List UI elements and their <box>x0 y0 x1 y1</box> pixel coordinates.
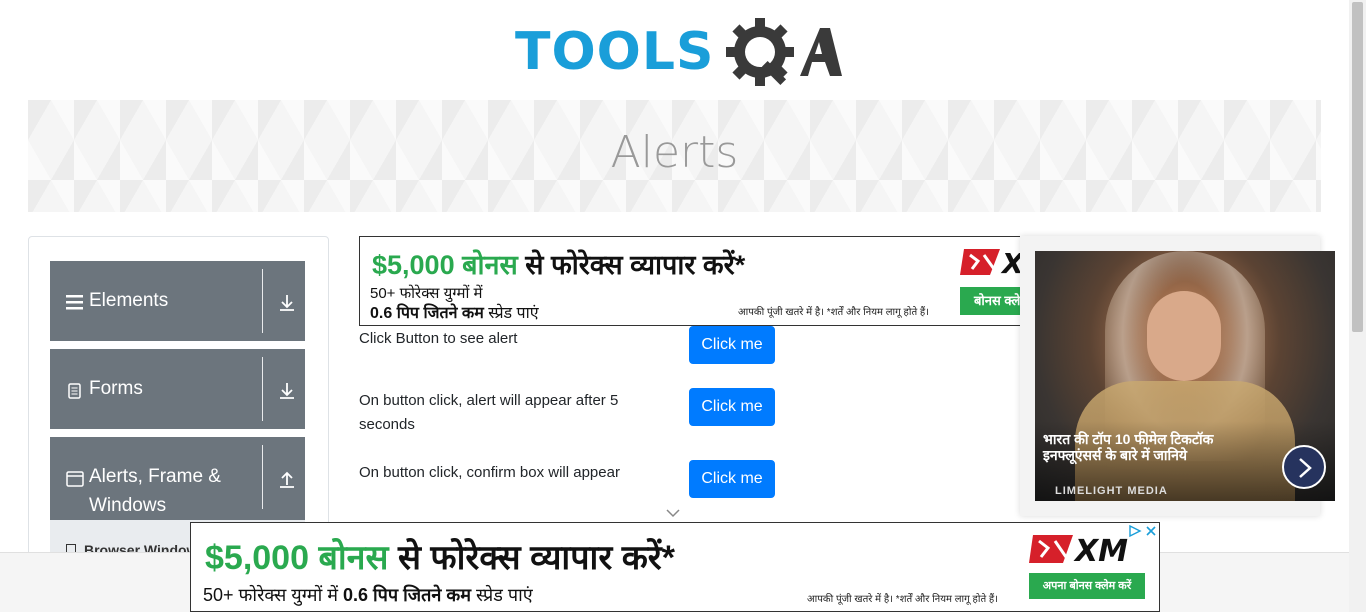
sidebar: Elements Forms Alerts, Frame & Windows B… <box>28 236 329 566</box>
divider <box>262 445 263 509</box>
video-ad-image[interactable]: भारत की टॉप 10 फीमेल टिकटॉक इनफ्लूएंसर्स… <box>1035 251 1335 501</box>
ad-subline: 50+ फोरेक्स युग्मों में <box>370 285 483 302</box>
upload-arrow-icon[interactable] <box>277 469 297 489</box>
toolsqa-logo[interactable]: TOOLS <box>515 14 845 92</box>
hamburger-icon <box>66 295 83 310</box>
adchoices-close-icon[interactable] <box>1127 524 1159 538</box>
confirm-button[interactable]: Click me <box>689 460 775 498</box>
page-title: Alerts <box>610 127 739 178</box>
video-ad-caption: भारत की टॉप 10 फीमेल टिकटॉक इनफ्लूएंसर्स… <box>1043 431 1214 463</box>
ad-disclaimer: आपकी पूंजी खतरे में है। *शर्तें और नियम … <box>807 594 999 605</box>
ad-cta-button[interactable]: बोनस क्ले <box>960 287 1020 315</box>
ad-subline: 50+ फोरेक्स युग्मों में 0.6 पिप जितने कम… <box>203 585 533 605</box>
timer-alert-row-label: On button click, alert will appear after… <box>359 392 619 433</box>
confirm-row-label: On button click, confirm box will appear <box>359 464 620 481</box>
svg-text:X: X <box>1000 247 1021 279</box>
ad-banner-top[interactable]: $5,000 बोनस से फोरेक्स व्यापार करें* 50+… <box>359 236 1021 326</box>
download-arrow-icon[interactable] <box>277 381 297 401</box>
ad-cta-button[interactable]: अपना बोनस क्लेम करें <box>1029 573 1145 599</box>
divider <box>262 357 263 421</box>
ad-headline: $5,000 बोनस से फोरेक्स व्यापार करें* <box>372 250 746 280</box>
video-ad-brand: LIMELIGHT MEDIA <box>1055 485 1168 497</box>
download-arrow-icon[interactable] <box>277 293 297 313</box>
xm-logo-icon: X <box>960 247 1021 279</box>
svg-text:XM: XM <box>1073 534 1128 567</box>
ad-headline: $5,000 बोनस से फोरेक्स व्यापार करें* <box>205 539 675 577</box>
divider <box>262 269 263 333</box>
gear-magnifier-icon <box>726 18 842 86</box>
ad-banner-bottom[interactable]: $5,000 बोनस से फोरेक्स व्यापार करें* 50+… <box>190 522 1160 612</box>
scrollbar-thumb[interactable] <box>1352 2 1363 332</box>
sidebar-group-elements[interactable]: Elements <box>50 261 305 341</box>
page-root: TOOLS Alerts Elements Forms Alerts, Fram… <box>0 0 1366 612</box>
sidebar-group-label: Elements <box>89 290 169 311</box>
sidebar-group-label: Forms <box>89 378 143 399</box>
sidebar-group-forms[interactable]: Forms <box>50 349 305 429</box>
video-ad[interactable]: भारत की टॉप 10 फीमेल टिकटॉक इनफ्लूएंसर्स… <box>1020 236 1335 516</box>
timer-alert-button[interactable]: Click me <box>689 388 775 426</box>
document-icon <box>68 383 81 399</box>
ad-subline-bold: 0.6 पिप जितने कम स्प्रेड पाएं <box>370 305 539 322</box>
alert-button[interactable]: Click me <box>689 326 775 364</box>
logo-text: TOOLS <box>515 22 715 82</box>
ad-disclaimer: आपकी पूंजी खतरे में है। *शर्तें और नियम … <box>738 307 930 318</box>
sidebar-group-label: Alerts, Frame & Windows <box>89 466 221 516</box>
next-button[interactable] <box>1282 445 1326 489</box>
sidebar-group-alerts-frame-windows[interactable]: Alerts, Frame & Windows <box>50 437 305 527</box>
vertical-scrollbar[interactable] <box>1349 0 1366 612</box>
chevron-down-icon[interactable] <box>666 508 680 518</box>
chevron-right-icon <box>1299 458 1312 478</box>
alert-row-label: Click Button to see alert <box>359 330 518 347</box>
window-icon <box>66 471 84 487</box>
page-banner: Alerts <box>28 100 1321 212</box>
